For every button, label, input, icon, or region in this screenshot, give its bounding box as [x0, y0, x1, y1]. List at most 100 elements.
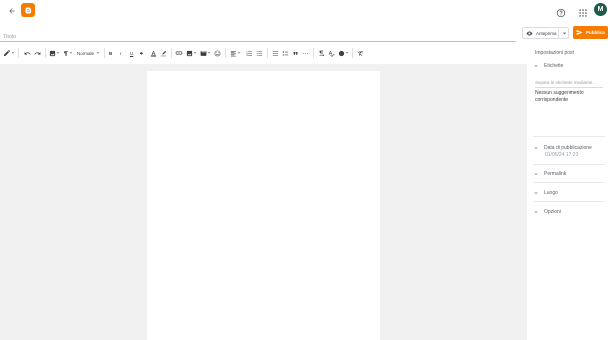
quote-button[interactable] [292, 49, 299, 57]
toolbar-divider [18, 48, 19, 58]
language-button[interactable] [338, 49, 349, 57]
toolbar-divider [225, 48, 226, 58]
chevron-down-icon [534, 147, 538, 149]
blogger-logo[interactable] [21, 3, 35, 17]
back-button[interactable] [6, 5, 18, 17]
bulleted-list-icon [256, 50, 263, 56]
bold-icon: B [109, 50, 113, 56]
redo-button[interactable] [34, 49, 41, 57]
insert-link-button[interactable] [175, 49, 183, 57]
toolbar-divider [171, 48, 172, 58]
labels-input[interactable]: Separa le etichette mediante… [535, 80, 605, 85]
checklist-icon [282, 50, 289, 56]
image-icon [49, 50, 56, 56]
underline-button[interactable]: U [130, 49, 133, 57]
chevron-down-icon [193, 52, 197, 54]
format-list-icon [272, 50, 279, 56]
options-heading: Opzioni [544, 209, 561, 215]
insert-photo-button[interactable] [186, 49, 197, 57]
quote-icon [293, 51, 298, 55]
chevron-down-icon [345, 52, 349, 54]
help-button[interactable] [556, 5, 566, 18]
paragraph-button[interactable] [62, 49, 73, 57]
undo-icon [24, 51, 31, 55]
more-button[interactable] [302, 49, 309, 57]
checklist-button[interactable] [282, 49, 289, 57]
avatar[interactable]: M [594, 3, 607, 16]
clear-format-icon [357, 50, 363, 56]
video-icon [200, 50, 207, 56]
insert-image-button[interactable] [49, 49, 60, 57]
preview-divider [558, 29, 559, 38]
location-heading: Luogo [544, 190, 558, 196]
bold-button[interactable]: B [109, 49, 112, 57]
publish-button[interactable]: Pubblica [573, 26, 608, 39]
bulleted-list-button[interactable] [256, 49, 263, 57]
indent-less-button[interactable] [272, 49, 279, 57]
location-section-header[interactable]: Luogo [533, 190, 558, 196]
labels-heading: Etichette [544, 63, 564, 69]
title-underline [0, 41, 516, 42]
align-left-icon [230, 50, 237, 56]
highlight-button[interactable] [160, 49, 167, 57]
labels-input-underline [535, 87, 603, 88]
text-direction-icon [319, 50, 325, 56]
numbered-list-button[interactable] [246, 49, 253, 57]
clear-formatting-button[interactable] [357, 49, 364, 57]
align-button[interactable] [230, 49, 241, 57]
format-select-value: Normale [77, 50, 95, 56]
globe-icon [338, 50, 345, 56]
labels-no-match-text: Nessun suggerimento corrispondente [535, 90, 584, 103]
chevron-down-icon [534, 211, 538, 213]
blogger-icon [24, 7, 31, 13]
post-body-editor[interactable] [147, 71, 380, 340]
preview-label: Anteprima [536, 30, 557, 36]
permalink-section-header[interactable]: Permalink [533, 171, 566, 177]
paragraph-icon [64, 50, 68, 56]
toolbar-divider [313, 48, 314, 58]
strikethrough-button[interactable]: T [140, 49, 143, 57]
photo-icon [186, 50, 193, 56]
options-section-header[interactable]: Opzioni [533, 209, 561, 215]
highlighter-icon [160, 50, 167, 56]
chevron-down-icon [237, 52, 241, 54]
strikethrough-icon: T [140, 50, 143, 56]
section-divider [533, 136, 605, 137]
text-color-icon [150, 50, 157, 56]
apps-button[interactable] [578, 5, 588, 17]
spell-check-icon [328, 50, 335, 57]
section-divider [533, 164, 605, 165]
post-settings-title: Impostazioni post [535, 50, 574, 56]
toolbar-divider [267, 48, 268, 58]
labels-section-header[interactable]: Etichette [533, 63, 563, 69]
insert-emoji-button[interactable] [214, 49, 221, 57]
chevron-down-icon[interactable] [562, 31, 567, 36]
chevron-up-icon [534, 65, 538, 67]
undo-button[interactable] [24, 49, 31, 57]
chevron-down-icon [69, 52, 73, 54]
chevron-down-icon [56, 52, 60, 54]
spell-check-button[interactable] [328, 49, 335, 57]
text-direction-button[interactable] [318, 49, 325, 57]
chevron-down-icon [96, 52, 100, 54]
preview-button[interactable]: Anteprima [522, 27, 569, 39]
underline-icon: U [130, 50, 134, 56]
send-icon [576, 29, 583, 36]
pen-icon [4, 49, 10, 56]
format-select[interactable]: Normale [77, 49, 100, 57]
insert-video-button[interactable] [200, 49, 211, 57]
chevron-down-icon [534, 173, 538, 175]
publish-date-heading: Data di pubblicazione [544, 145, 592, 151]
chevron-down-icon [11, 52, 15, 54]
pen-mode-button[interactable] [3, 49, 15, 57]
section-divider [533, 182, 605, 183]
italic-button[interactable]: I [120, 49, 121, 57]
toolbar-divider [45, 48, 46, 58]
redo-icon [34, 51, 41, 55]
italic-icon: I [120, 50, 122, 56]
link-icon [175, 51, 183, 55]
text-color-button[interactable] [150, 49, 157, 57]
toolbar-divider [104, 48, 105, 58]
emoji-icon [214, 50, 221, 56]
publish-date-section-header[interactable]: Data di pubblicazione [533, 145, 592, 151]
